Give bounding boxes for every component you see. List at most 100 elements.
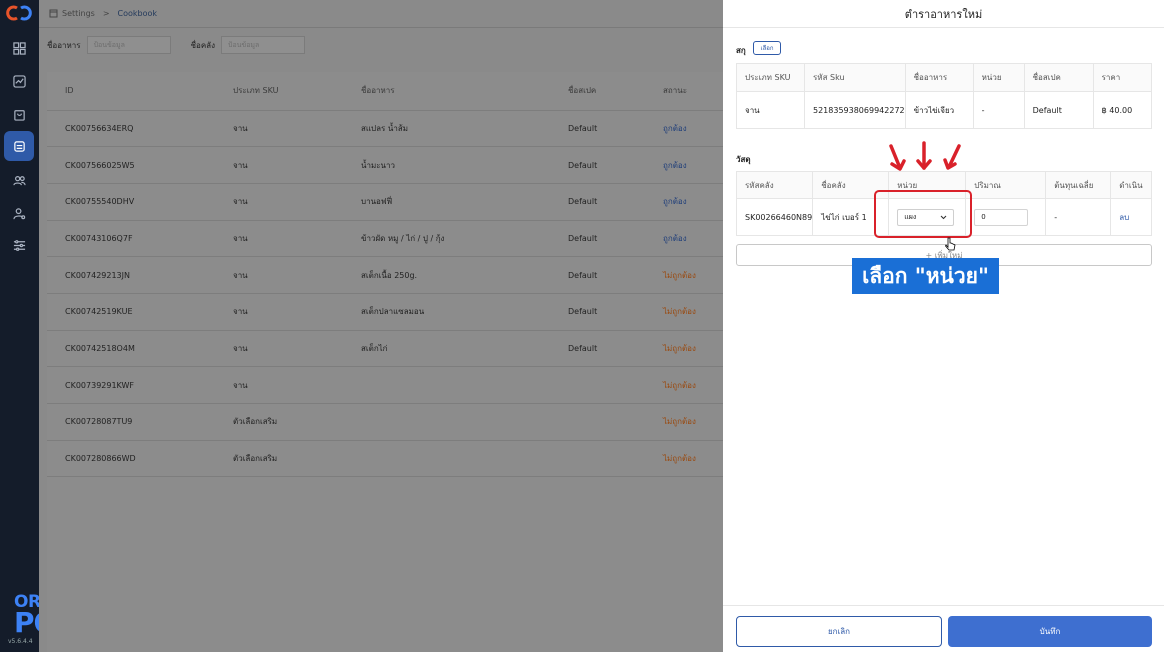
table-row[interactable]: CK00756634ERQ จาน สแปลร น้ำส้ม Default ถูกต้… xyxy=(47,110,723,148)
row-spec: Default xyxy=(550,183,645,221)
cancel-button[interactable]: ยกเลิก xyxy=(736,616,942,647)
row-food-name: น้ำมะนาว xyxy=(343,146,550,184)
row-status: ถูกต้อง xyxy=(645,220,723,258)
col-food-name: ชื่ออาหาร xyxy=(343,72,550,111)
row-status: ไม่ถูกต้อง xyxy=(645,256,723,294)
save-button[interactable]: บันทึก xyxy=(948,616,1152,647)
app-sidebar: ORDER POS v5.6.4.4 xyxy=(0,0,78,652)
row-food-name xyxy=(343,366,550,404)
sku-price-cell: ฿ 40.00 xyxy=(1092,91,1153,129)
warehouse-filter-input[interactable]: ป้อนข้อมูล xyxy=(221,36,305,54)
breadcrumb-separator: > xyxy=(102,9,110,18)
quantity-input[interactable]: 0 xyxy=(974,208,1029,226)
row-status: ไม่ถูกต้อง xyxy=(645,366,723,404)
table-header-row: ID ประเภท SKU ชื่ออาหาร ชื่อสเปค สถานะ xyxy=(47,72,723,111)
mat-col-avg-cost: ต้นทุนเฉลี่ย xyxy=(1045,171,1112,199)
mat-avg-cost-cell: - xyxy=(1045,198,1112,236)
table-row[interactable]: CK00728087TU9 ตัวเลือกเสริม ไม่ถูกต้อง xyxy=(47,403,723,441)
sku-section-label: สกุ xyxy=(736,46,746,55)
row-id: CK00742519KUE xyxy=(47,293,215,331)
table-row[interactable]: CK007566025W5 จาน น้ำมะนาว Default ถูกต้อง xyxy=(47,146,723,184)
row-id: CK00755540DHV xyxy=(47,183,215,221)
table-row[interactable]: CK00728086​6WD ตัวเลือกเสริม ไม่ถูกต้อง xyxy=(47,440,723,478)
select-unit-callout: เลือก "หน่วย" xyxy=(852,258,999,294)
row-sku-type: ตัวเลือกเสริม xyxy=(215,440,343,478)
sku-spec-cell: Default xyxy=(1023,91,1094,129)
row-sku-type: ตัวเลือกเสริม xyxy=(215,403,343,441)
filter-bar: ชื่ออาหาร ป้อนข้อมูล ชื่อคลัง ป้อนข้อมูล xyxy=(39,28,723,62)
breadcrumb: Settings > Cookbook xyxy=(39,0,723,28)
row-food-name: สเต็กไก่ xyxy=(343,330,550,368)
sku-col-spec: ชื่อสเปค xyxy=(1023,63,1094,92)
row-food-name: ข้าวผัด หมู / ไก่ / ปู / กุ้ง xyxy=(343,220,550,258)
mat-code-cell: SK00266460N89 xyxy=(735,198,814,236)
sku-unit-cell: - xyxy=(972,91,1025,129)
material-section-label: วัสดุ xyxy=(736,155,751,164)
sku-col-name: ชื่ออาหาร xyxy=(904,63,974,92)
sku-col-type: ประเภท SKU xyxy=(736,63,805,92)
orders-bag-icon[interactable] xyxy=(4,99,34,129)
sku-table-header: ประเภท SKU รหัส Sku ชื่ออาหาร หน่วย ชื่อ… xyxy=(736,63,1153,92)
row-sku-type: จาน xyxy=(215,293,343,331)
row-status: ถูกต้อง xyxy=(645,146,723,184)
mat-col-code: รหัสคลัง xyxy=(735,171,814,199)
row-id: CK00742518O4M xyxy=(47,330,215,368)
row-sku-type: จาน xyxy=(215,146,343,184)
app-version: v5.6.4.4 xyxy=(8,638,33,645)
sku-col-price: ราคา xyxy=(1092,63,1153,92)
row-spec xyxy=(550,366,645,404)
unit-highlight-box xyxy=(874,190,972,238)
row-spec: Default xyxy=(550,330,645,368)
row-status: ถูกต้อง xyxy=(645,110,723,148)
row-id: CK007429213JN xyxy=(47,256,215,294)
food-name-filter-input[interactable]: ป้อนข้อมูล xyxy=(86,36,171,54)
row-status: ไม่ถูกต้อง xyxy=(645,293,723,331)
row-food-name: สแปลร น้ำส้ม xyxy=(343,110,550,148)
breadcrumb-settings[interactable]: Settings xyxy=(62,9,95,18)
table-row[interactable]: CK00742519KUE จาน สเต็กปลาแซลมอน Default ไม่… xyxy=(47,293,723,331)
row-id: CK00728087TU9 xyxy=(47,403,215,441)
row-spec: Default xyxy=(550,293,645,331)
panel-title: ตำราอาหารใหม่ xyxy=(723,0,1164,28)
sku-table: ประเภท SKU รหัส Sku ชื่ออาหาร หน่วย ชื่อ… xyxy=(736,63,1153,129)
cookbook-icon[interactable] xyxy=(4,131,34,161)
cookbook-table-card: ID ประเภท SKU ชื่ออาหาร ชื่อสเปค สถานะ C… xyxy=(47,72,723,652)
delete-link[interactable]: ลบ xyxy=(1119,213,1129,222)
col-sku-type: ประเภท SKU xyxy=(215,72,343,111)
sku-table-row: จาน 521835938069942272 ข้าวไข่เจียว - De… xyxy=(736,91,1153,129)
col-spec: ชื่อสเปค xyxy=(550,72,645,111)
table-row[interactable]: CK00739291KWF จาน ไม่ถูกต้อง xyxy=(47,366,723,404)
row-food-name xyxy=(343,440,550,478)
new-cookbook-panel: ตำราอาหารใหม่ สกุ เลือก ประเภท SKU รหัส … xyxy=(723,0,1164,652)
pointing-arrows-icon xyxy=(889,141,961,171)
table-row[interactable]: CK007429213JN จาน สเต็กเนื้อ 250g. Default ไ… xyxy=(47,256,723,294)
sku-name-cell: ข้าวไข่เจียว xyxy=(904,91,974,129)
table-row[interactable]: CK00755540DHV จาน บานอฟฟี่ Default ถูกต้อง xyxy=(47,183,723,221)
mat-col-action: ดำเนิน xyxy=(1110,171,1152,199)
customers-icon[interactable] xyxy=(4,165,34,195)
sku-code-cell: 521835938069942272 xyxy=(804,91,906,129)
row-id: CK00728086​6WD xyxy=(47,440,215,478)
app-logo-icon[interactable] xyxy=(6,4,32,22)
panel-footer: ยกเลิก บันทึก xyxy=(723,605,1164,652)
warehouse-filter-label: ชื่อคลัง xyxy=(190,40,215,50)
user-settings-icon[interactable] xyxy=(4,198,34,228)
row-spec: Default xyxy=(550,256,645,294)
report-icon[interactable] xyxy=(4,66,34,96)
row-sku-type: จาน xyxy=(215,183,343,221)
sku-type-cell: จาน xyxy=(736,91,805,129)
dashboard-icon[interactable] xyxy=(4,33,34,63)
choose-sku-button[interactable]: เลือก xyxy=(753,41,781,55)
row-spec: Default xyxy=(550,146,645,184)
row-food-name xyxy=(343,403,550,441)
row-id: CK007566025W5 xyxy=(47,146,215,184)
table-row[interactable]: CK00743106Q7F จาน ข้าวผัด หมู / ไก่ / ปู /… xyxy=(47,220,723,258)
table-row[interactable]: CK00742518O4M จาน สเต็กไก่ Default ไม่ถูกต้อ… xyxy=(47,330,723,368)
row-food-name: บานอฟฟี่ xyxy=(343,183,550,221)
col-status: สถานะ xyxy=(645,72,723,111)
cookbook-table: ID ประเภท SKU ชื่ออาหาร ชื่อสเปค สถานะ C… xyxy=(47,72,723,478)
row-sku-type: จาน xyxy=(215,110,343,148)
row-spec xyxy=(550,440,645,478)
mat-qty-cell: 0 xyxy=(965,198,1047,236)
settings-sliders-icon[interactable] xyxy=(4,230,34,260)
